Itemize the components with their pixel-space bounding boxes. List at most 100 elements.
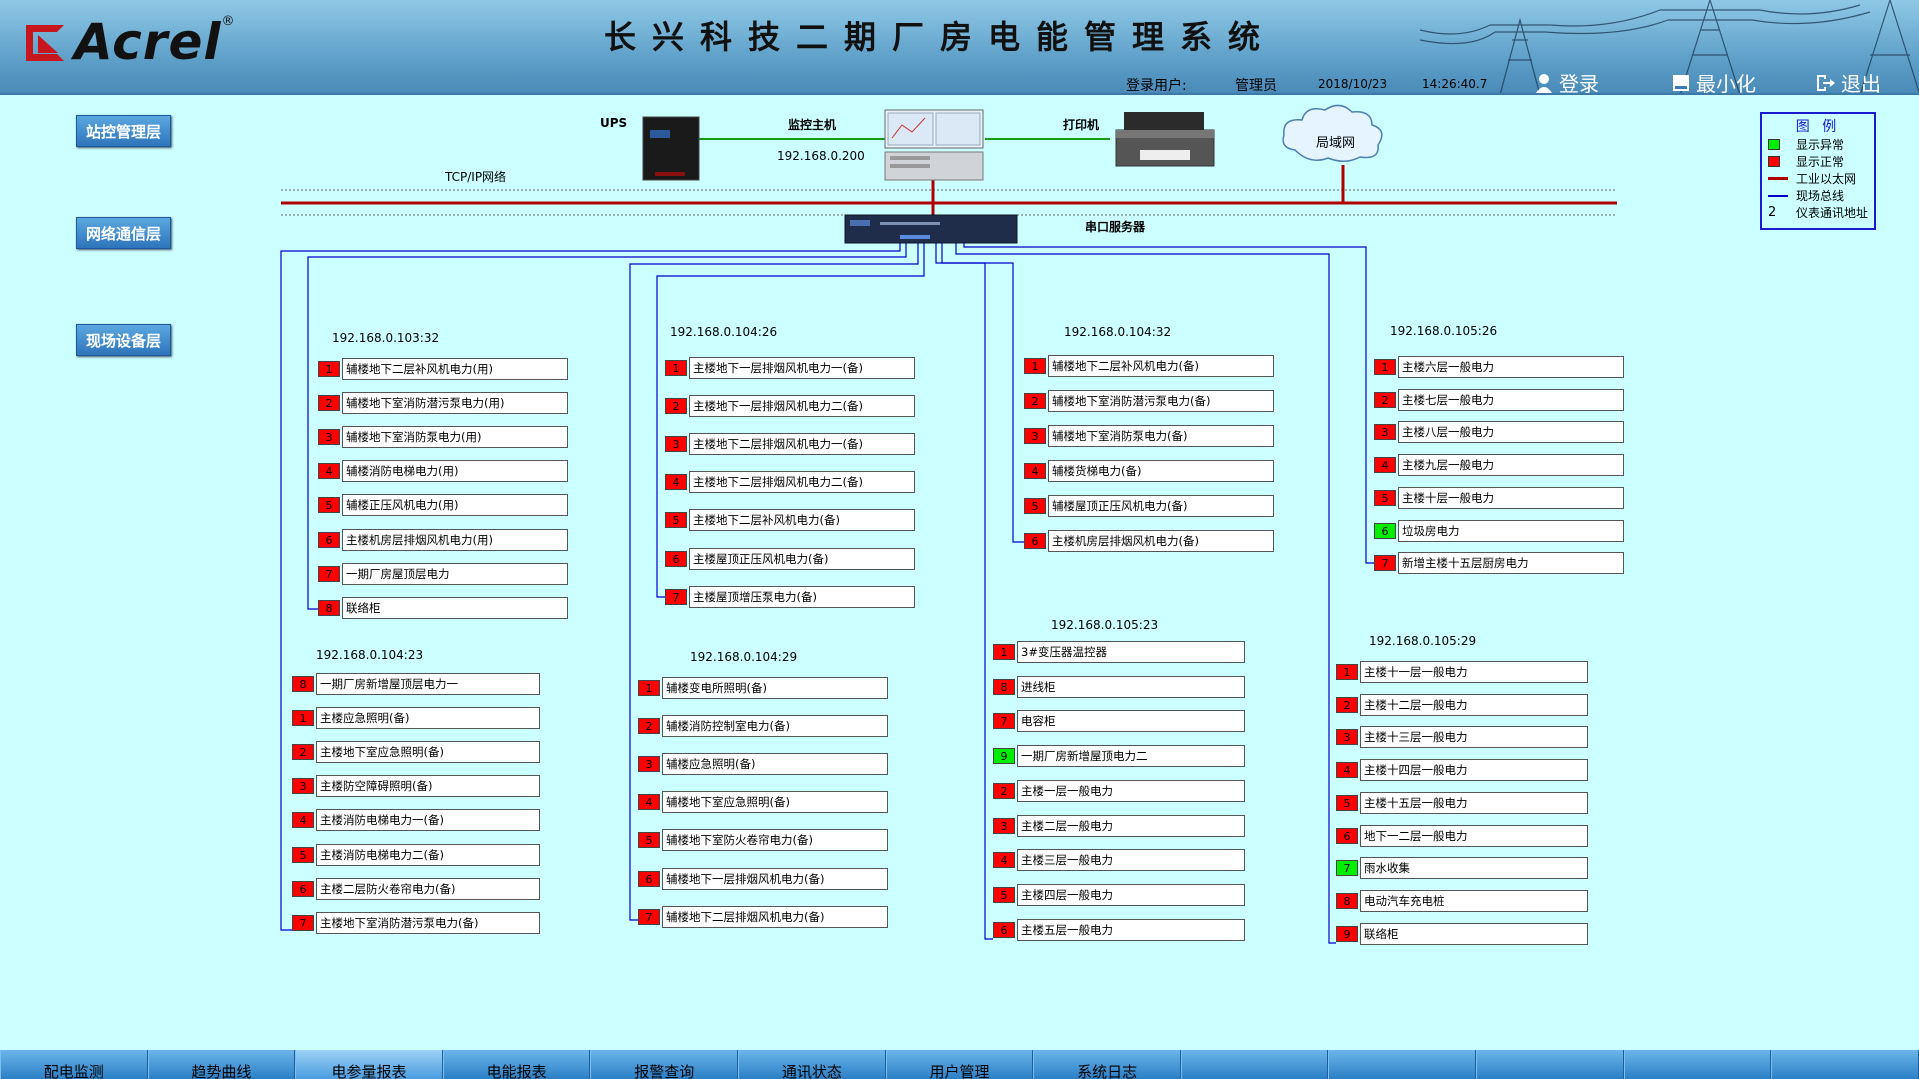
device-row[interactable]: 6 辅楼地下一层排烟风机电力(备) xyxy=(638,867,888,891)
device-row[interactable]: 8 联络柜 xyxy=(318,596,568,620)
tab-6[interactable]: 通讯状态 xyxy=(738,1050,886,1079)
device-label: 主楼地下室消防潜污泵电力(备) xyxy=(316,912,540,934)
device-row[interactable]: 6 主楼屋顶正压风机电力(备) xyxy=(665,547,915,571)
device-row[interactable]: 5 主楼十层一般电力 xyxy=(1374,486,1624,510)
device-address-badge: 6 xyxy=(1336,828,1358,844)
device-row[interactable]: 4 辅楼地下室应急照明(备) xyxy=(638,790,888,814)
tab-13[interactable] xyxy=(1771,1050,1919,1079)
device-row[interactable]: 6 主楼机房层排烟风机电力(用) xyxy=(318,528,568,552)
device-row[interactable]: 4 主楼地下二层排烟风机电力二(备) xyxy=(665,470,915,494)
device-row[interactable]: 8 一期厂房新增屋顶层电力一 xyxy=(292,672,540,696)
device-address-badge: 5 xyxy=(993,887,1015,903)
tab-9[interactable] xyxy=(1180,1050,1329,1079)
device-row[interactable]: 1 主楼地下一层排烟风机电力一(备) xyxy=(665,356,915,380)
device-row[interactable]: 6 垃圾房电力 xyxy=(1374,519,1624,543)
device-row[interactable]: 7 主楼屋顶增压泵电力(备) xyxy=(665,585,915,609)
monitor-host-label: 监控主机 xyxy=(788,118,837,132)
device-row[interactable]: 2 辅楼地下室消防潜污泵电力(用) xyxy=(318,391,568,415)
tab-4[interactable]: 电能报表 xyxy=(442,1050,591,1079)
device-row[interactable]: 2 主楼地下室应急照明(备) xyxy=(292,740,540,764)
device-label: 辅楼地下室消防潜污泵电力(用) xyxy=(342,392,568,414)
tab-10[interactable] xyxy=(1328,1050,1477,1079)
group-ip-address: 192.168.0.105:29 xyxy=(1369,634,1477,648)
serial-server-label: 串口服务器 xyxy=(1085,220,1146,234)
tab-3[interactable]: 电参量报表 xyxy=(295,1050,443,1079)
device-row[interactable]: 5 辅楼地下室防火卷帘电力(备) xyxy=(638,828,888,852)
group-ip-address: 192.168.0.104:29 xyxy=(690,650,798,664)
device-row[interactable]: 6 主楼五层一般电力 xyxy=(993,918,1245,942)
device-row[interactable]: 2 主楼七层一般电力 xyxy=(1374,388,1624,412)
device-row[interactable]: 2 主楼一层一般电力 xyxy=(993,779,1245,803)
device-address-badge: 6 xyxy=(1374,523,1396,539)
tab-5[interactable]: 报警查询 xyxy=(590,1050,739,1079)
device-row[interactable]: 1 辅楼变电所照明(备) xyxy=(638,676,888,700)
device-row[interactable]: 7 电容柜 xyxy=(993,709,1245,733)
device-label: 主楼屋顶正压风机电力(备) xyxy=(689,548,915,570)
device-row[interactable]: 1 主楼应急照明(备) xyxy=(292,706,540,730)
device-label: 辅楼地下一层排烟风机电力(备) xyxy=(662,868,888,890)
device-row[interactable]: 5 主楼地下二层补风机电力(备) xyxy=(665,508,915,532)
device-label: 主楼一层一般电力 xyxy=(1017,780,1245,802)
device-row[interactable]: 4 主楼消防电梯电力一(备) xyxy=(292,808,540,832)
device-address-badge: 4 xyxy=(1024,463,1046,479)
device-row[interactable]: 7 主楼地下室消防潜污泵电力(备) xyxy=(292,911,540,935)
device-row[interactable]: 3 主楼防空障碍照明(备) xyxy=(292,774,540,798)
device-address-badge: 4 xyxy=(665,474,687,490)
device-row[interactable]: 2 主楼地下一层排烟风机电力二(备) xyxy=(665,394,915,418)
device-row[interactable]: 5 主楼四层一般电力 xyxy=(993,883,1245,907)
device-row[interactable]: 4 辅楼货梯电力(备) xyxy=(1024,459,1274,483)
tab-1[interactable]: 配电监测 xyxy=(0,1050,148,1079)
device-row[interactable]: 1 3#变压器温控器 xyxy=(993,640,1245,664)
device-row[interactable]: 3 主楼地下二层排烟风机电力一(备) xyxy=(665,432,915,456)
tab-11[interactable] xyxy=(1476,1050,1624,1079)
device-row[interactable]: 6 主楼二层防火卷帘电力(备) xyxy=(292,877,540,901)
device-row[interactable]: 3 主楼八层一般电力 xyxy=(1374,420,1624,444)
device-row[interactable]: 1 主楼十一层一般电力 xyxy=(1336,660,1588,684)
device-label: 辅楼地下室应急照明(备) xyxy=(662,791,888,813)
printer-label: 打印机 xyxy=(1063,118,1100,132)
device-row[interactable]: 5 辅楼正压风机电力(用) xyxy=(318,493,568,517)
device-row[interactable]: 3 主楼二层一般电力 xyxy=(993,814,1245,838)
device-row[interactable]: 3 辅楼应急照明(备) xyxy=(638,752,888,776)
device-row[interactable]: 7 一期厂房屋顶层电力 xyxy=(318,562,568,586)
device-label: 一期厂房新增屋顶层电力一 xyxy=(316,673,540,695)
bottom-tab-bar: 配电监测 趋势曲线 电参量报表 电能报表 报警查询 通讯状态 用户管理 系统日志 xyxy=(0,1050,1919,1079)
device-row[interactable]: 8 电动汽车充电桩 xyxy=(1336,889,1588,913)
device-row[interactable]: 7 辅楼地下二层排烟风机电力(备) xyxy=(638,905,888,929)
device-row[interactable]: 8 进线柜 xyxy=(993,675,1245,699)
device-label: 辅楼货梯电力(备) xyxy=(1048,460,1274,482)
device-row[interactable]: 5 主楼十五层一般电力 xyxy=(1336,791,1588,815)
device-row[interactable]: 3 主楼十三层一般电力 xyxy=(1336,725,1588,749)
device-label: 主楼地下一层排烟风机电力二(备) xyxy=(689,395,915,417)
device-row[interactable]: 5 主楼消防电梯电力二(备) xyxy=(292,843,540,867)
device-row[interactable]: 5 辅楼屋顶正压风机电力(备) xyxy=(1024,494,1274,518)
tab-7[interactable]: 用户管理 xyxy=(885,1050,1034,1079)
device-label: 联络柜 xyxy=(342,597,568,619)
group-ip-address: 192.168.0.104:23 xyxy=(316,648,424,662)
device-address-badge: 5 xyxy=(638,832,660,848)
device-row[interactable]: 2 主楼十二层一般电力 xyxy=(1336,693,1588,717)
device-row[interactable]: 1 辅楼地下二层补风机电力(用) xyxy=(318,357,568,381)
tab-8[interactable]: 系统日志 xyxy=(1033,1050,1181,1079)
device-address-badge: 2 xyxy=(318,395,340,411)
device-row[interactable]: 1 辅楼地下二层补风机电力(备) xyxy=(1024,354,1274,378)
device-row[interactable]: 9 一期厂房新增屋顶电力二 xyxy=(993,744,1245,768)
tab-2[interactable]: 趋势曲线 xyxy=(147,1050,296,1079)
device-row[interactable]: 6 地下一二层一般电力 xyxy=(1336,824,1588,848)
device-row[interactable]: 6 主楼机房层排烟风机电力(备) xyxy=(1024,529,1274,553)
device-row[interactable]: 7 雨水收集 xyxy=(1336,856,1588,880)
tab-12[interactable] xyxy=(1623,1050,1772,1079)
device-row[interactable]: 7 新增主楼十五层厨房电力 xyxy=(1374,551,1624,575)
device-row[interactable]: 9 联络柜 xyxy=(1336,922,1588,946)
device-row[interactable]: 4 主楼十四层一般电力 xyxy=(1336,758,1588,782)
device-row[interactable]: 1 主楼六层一般电力 xyxy=(1374,355,1624,379)
device-label: 主楼机房层排烟风机电力(备) xyxy=(1048,530,1274,552)
device-row[interactable]: 3 辅楼地下室消防泵电力(备) xyxy=(1024,424,1274,448)
device-address-badge: 4 xyxy=(993,852,1015,868)
device-row[interactable]: 2 辅楼消防控制室电力(备) xyxy=(638,714,888,738)
device-row[interactable]: 4 辅楼消防电梯电力(用) xyxy=(318,459,568,483)
device-row[interactable]: 4 主楼三层一般电力 xyxy=(993,848,1245,872)
device-row[interactable]: 4 主楼九层一般电力 xyxy=(1374,453,1624,477)
device-row[interactable]: 2 辅楼地下室消防潜污泵电力(备) xyxy=(1024,389,1274,413)
device-row[interactable]: 3 辅楼地下室消防泵电力(用) xyxy=(318,425,568,449)
